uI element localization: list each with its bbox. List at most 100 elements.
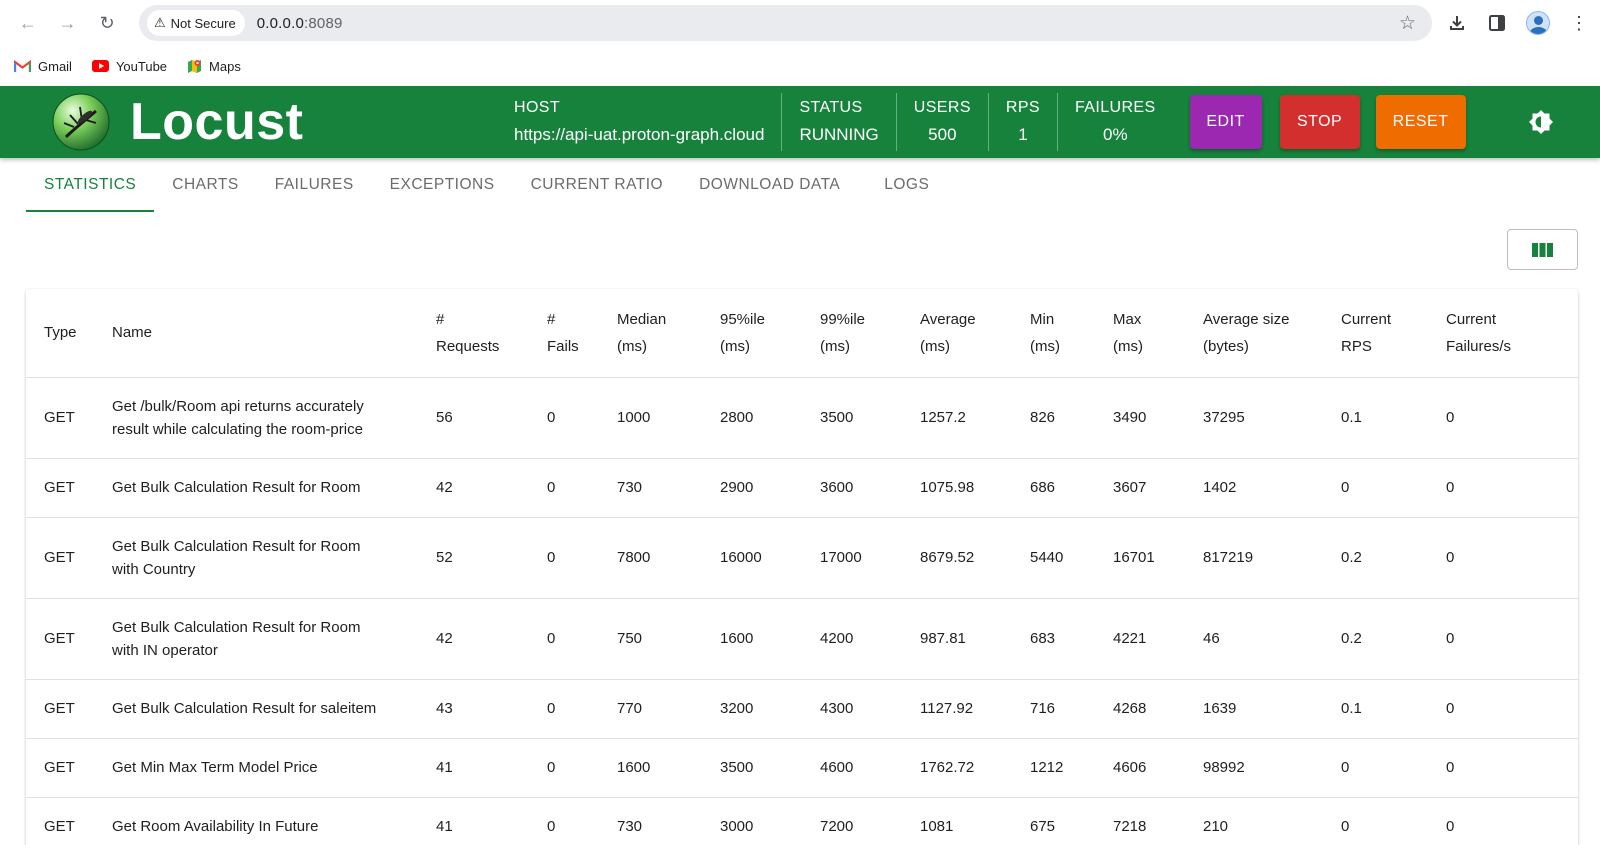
table-cell: 0 [529,598,599,680]
edit-button[interactable]: EDIT [1189,95,1262,149]
column-header[interactable]: Average (ms) [902,289,1012,378]
table-cell: 3490 [1095,377,1185,459]
table-cell: 41 [418,797,529,845]
table-cell: 4221 [1095,598,1185,680]
users-value: 500 [928,125,957,144]
rps-label: RPS [1005,99,1041,116]
table-cell: 5440 [1012,517,1095,599]
table-cell: 730 [599,458,702,518]
bookmark-gmail[interactable]: Gmail [14,59,72,74]
table-cell: 16701 [1095,517,1185,599]
warning-icon: ⚠ [154,15,166,30]
table-cell: 750 [599,598,702,680]
table-cell: 730 [599,797,702,845]
table-cell: 1402 [1185,458,1323,518]
security-chip[interactable]: ⚠ Not Secure [147,10,245,36]
table-cell: GET [26,679,94,739]
table-cell: 4606 [1095,738,1185,798]
request-name-cell: Get Min Max Term Model Price [94,738,418,798]
table-cell: GET [26,797,94,845]
header-divider [1057,93,1059,151]
table-cell: 17000 [802,517,902,599]
table-header-row: Type Name # Requests # Fails Median (ms) 95… [26,289,1578,378]
column-header[interactable]: Min (ms) [1012,289,1095,378]
column-header[interactable]: # Fails [529,289,599,378]
column-header[interactable]: 99%ile (ms) [802,289,902,378]
tab-statistics[interactable]: STATISTICS [26,170,155,212]
column-header[interactable]: 95%ile (ms) [702,289,802,378]
table-cell: 4300 [802,679,902,739]
table-cell: 716 [1012,679,1095,739]
request-name-cell: Get Bulk Calculation Result for Room wit… [94,598,418,680]
table-cell: 1000 [599,377,702,459]
browser-toolbar: ← → ↻ ⚠ Not Secure 0.0.0.0:8089 ☆ ⋮ [0,0,1600,46]
table-cell: 1127.92 [902,679,1012,739]
table-cell: 2900 [702,458,802,518]
column-header[interactable]: Current Failures/s [1428,289,1578,378]
maps-icon [188,59,202,73]
column-header[interactable]: Average size (bytes) [1185,289,1323,378]
table-cell: 4268 [1095,679,1185,739]
column-header[interactable]: Name [94,289,418,378]
table-cell: 7800 [599,517,702,599]
theme-toggle-icon[interactable] [1528,109,1554,135]
table-row: GET Get /bulk/Room api returns accurately… [26,377,1578,459]
table-cell: 98992 [1185,738,1323,798]
bookmark-label: Maps [209,58,241,74]
view-columns-icon [1532,242,1553,257]
table-cell: 0 [1323,797,1428,845]
column-header[interactable]: Median (ms) [599,289,702,378]
table-row: GET Get Bulk Calculation Result for Room … [26,517,1578,599]
table-cell: 43 [418,679,529,739]
bookmark-maps[interactable]: Maps [187,58,241,75]
download-icon[interactable] [1446,12,1468,34]
table-cell: 0 [529,377,599,459]
tab-logs[interactable]: LOGS [858,170,947,212]
forward-button[interactable]: → [50,5,86,41]
youtube-icon [91,60,109,72]
column-header[interactable]: # Requests [418,289,529,378]
table-cell: 0 [1428,458,1578,518]
security-label: Not Secure [170,15,236,31]
tab-failures[interactable]: FAILURES [257,170,372,212]
table-cell: GET [26,738,94,798]
column-header[interactable]: Max (ms) [1095,289,1185,378]
tab-current-ratio[interactable]: CURRENT RATIO [513,170,682,212]
table-cell: 3000 [702,797,802,845]
column-header[interactable]: Current RPS [1323,289,1428,378]
rps-value: 1 [1018,125,1028,144]
table-cell: GET [26,598,94,680]
table-cell: 683 [1012,598,1095,680]
table-cell: 0 [529,738,599,798]
table-cell: 210 [1185,797,1323,845]
table-cell: 0 [1428,598,1578,680]
table-cell: 686 [1012,458,1095,518]
bookmark-star-icon[interactable]: ☆ [1399,12,1416,35]
stop-button[interactable]: STOP [1279,95,1360,149]
table-cell: 817219 [1185,517,1323,599]
table-cell: 0 [529,517,599,599]
menu-dots-icon[interactable]: ⋮ [1568,12,1590,34]
address-bar[interactable]: ⚠ Not Secure 0.0.0.0:8089 ☆ [139,5,1433,41]
logo[interactable]: Locust [52,92,452,152]
table-cell: 0.1 [1323,679,1428,739]
reload-button[interactable]: ↻ [89,5,125,41]
side-panel-icon[interactable] [1486,12,1508,34]
tab-exceptions[interactable]: EXCEPTIONS [372,170,513,212]
table-cell: 3200 [702,679,802,739]
column-selector-button[interactable] [1507,229,1578,270]
status-stat: STATUS RUNNING [799,99,878,145]
table-cell: 0 [1428,738,1578,798]
profile-avatar[interactable] [1526,11,1551,35]
column-header[interactable]: Type [26,289,94,378]
table-cell: 1081 [902,797,1012,845]
back-button[interactable]: ← [10,5,46,41]
bookmark-youtube[interactable]: YouTube [91,59,167,74]
tab-charts[interactable]: CHARTS [154,170,256,212]
status-label: STATUS [799,99,863,116]
gmail-icon [14,59,31,72]
tab-download-data[interactable]: DOWNLOAD DATA [681,170,858,212]
reset-button[interactable]: RESET [1375,95,1466,149]
url-text[interactable]: 0.0.0.0:8089 [257,15,343,32]
logo-text: Locust [130,93,304,151]
